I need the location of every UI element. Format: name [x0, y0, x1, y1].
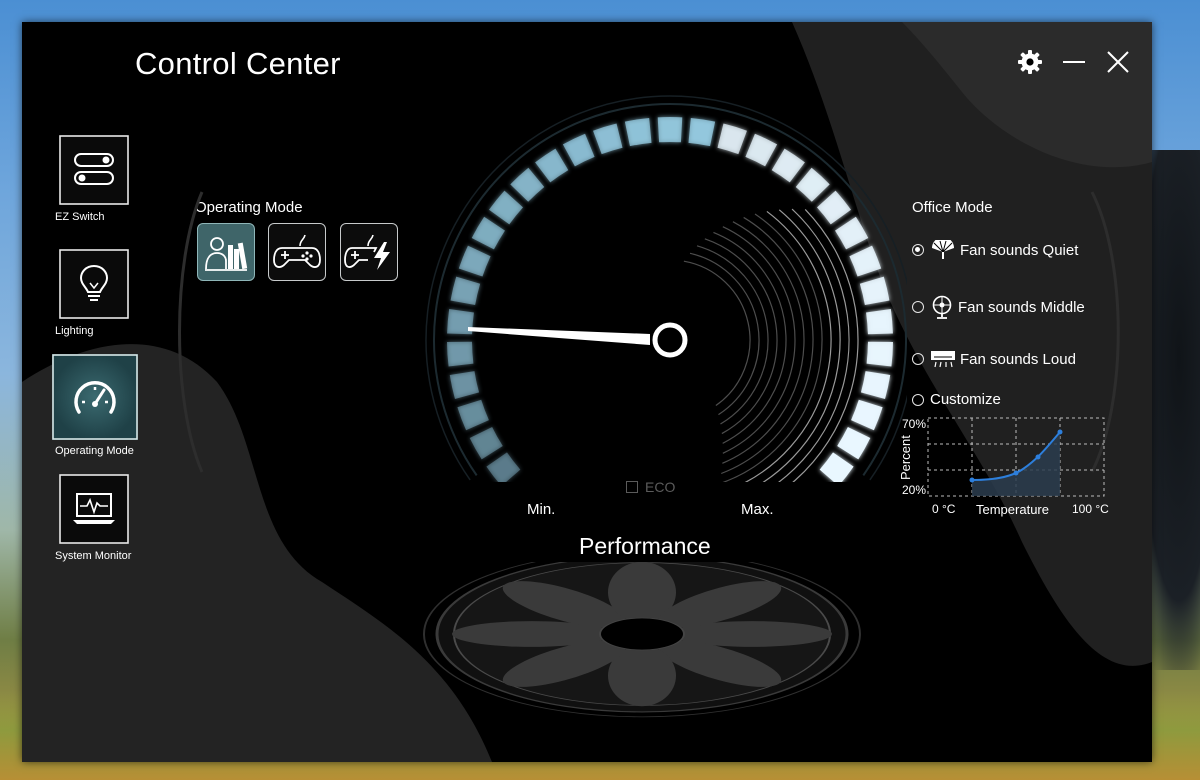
fan-customize-option[interactable]: Customize [912, 391, 1001, 408]
close-icon[interactable] [1104, 48, 1132, 76]
gauge-max-label: Max. [741, 501, 774, 518]
gauge-segment [849, 245, 882, 277]
gauge-segment [837, 427, 871, 460]
minimize-icon[interactable] [1060, 48, 1088, 76]
sidebar-item-lighting[interactable]: Lighting [50, 248, 140, 337]
fan-quiet-label: Fan sounds Quiet [960, 241, 1079, 259]
curve-point[interactable] [969, 477, 975, 483]
lightbulb-icon [79, 264, 109, 301]
gauge-segment [819, 452, 854, 482]
gauge-inner-arc [683, 260, 751, 407]
gauge-segment [458, 245, 491, 277]
eco-checkbox[interactable]: ECO [626, 479, 675, 495]
fan-quiet-option[interactable]: Fan sounds Quiet [912, 240, 1078, 260]
fan-customize-radio[interactable] [912, 393, 924, 406]
sidebar-item-ez-switch[interactable]: EZ Switch [50, 134, 140, 223]
curve-x-max-label: 100 °C [1072, 502, 1109, 516]
fan-curve-chart[interactable] [898, 414, 1108, 500]
fan-middle-radio[interactable] [912, 301, 924, 313]
curve-x-axis-label: Temperature [976, 502, 1049, 517]
gauge-inner-arc [722, 221, 805, 464]
curve-point[interactable] [1057, 429, 1063, 435]
gauge-segment [657, 117, 683, 143]
sidebar-item-operating-mode[interactable]: Operating Mode [50, 354, 140, 457]
gauge-segment [851, 399, 883, 431]
gauge-inner-arc [689, 252, 760, 416]
gauge-needle [468, 322, 688, 358]
curve-point[interactable] [1013, 470, 1019, 476]
speedometer-icon [74, 381, 116, 414]
sidebar-item-label: EZ Switch [55, 211, 105, 223]
gauge-segment [688, 117, 716, 147]
gauge-segment [866, 341, 893, 367]
settings-gear-icon[interactable] [1016, 48, 1044, 76]
gauge-segment [860, 371, 891, 400]
gauge-segment [771, 148, 805, 183]
fan-graphic [423, 562, 861, 718]
app-title: Control Center [135, 46, 341, 81]
gauge-segment [449, 371, 480, 400]
curve-point[interactable] [1035, 454, 1041, 460]
gauge-inner-arc [744, 210, 832, 482]
gauge-segment [593, 123, 623, 155]
gauge-segment [489, 190, 523, 225]
gauge-inner-arc [696, 245, 769, 425]
fan-loud-radio[interactable] [912, 353, 924, 365]
gauge-segment [471, 216, 505, 250]
control-center-window: Control Center EZ Switch Lighting Operat… [22, 22, 1152, 762]
gauge-outer-arc [425, 95, 907, 481]
gauge-segment [624, 117, 652, 147]
gauge-segment [535, 148, 569, 183]
gauge-segment [817, 190, 851, 225]
eco-checkbox-box[interactable] [626, 481, 638, 493]
gauge-segment [795, 167, 830, 202]
fan-customize-label: Customize [930, 391, 1001, 408]
window-controls [1016, 48, 1132, 76]
left-panel-arc [178, 191, 204, 473]
sidebar-item-label: System Monitor [55, 550, 132, 562]
air-conditioner-icon [930, 350, 956, 368]
fan-loud-option[interactable]: Fan sounds Loud [912, 350, 1076, 368]
gauge-segment [835, 216, 869, 250]
gauge-min-label: Min. [527, 501, 556, 518]
gauge-segment [745, 133, 778, 167]
gauge-segment [450, 276, 481, 305]
sidebar-item-label: Operating Mode [55, 445, 134, 457]
desk-fan-icon [930, 295, 954, 319]
fan-speed-gauge [425, 95, 907, 482]
laptop-monitor-icon [73, 493, 115, 524]
gauge-segment [866, 308, 893, 335]
sidebar-item-system-monitor[interactable]: System Monitor [50, 473, 140, 562]
fan-middle-option[interactable]: Fan sounds Middle [912, 295, 1085, 319]
gauge-segment [486, 452, 521, 482]
gauge-inner-arcs [683, 208, 859, 482]
fan-loud-label: Fan sounds Loud [960, 350, 1076, 368]
curve-x-min-label: 0 °C [932, 502, 956, 516]
office-mode-label: Office Mode [912, 199, 993, 216]
hand-fan-icon [930, 240, 956, 260]
fan-middle-label: Fan sounds Middle [958, 298, 1085, 316]
eco-label: ECO [645, 479, 676, 495]
gauge-segment [562, 133, 595, 167]
gauge-segment [859, 276, 890, 305]
gauge-outer-arcs [425, 95, 907, 481]
performance-mode-title: Performance [579, 533, 711, 559]
gauge-segment [469, 427, 503, 460]
gauge-segment [510, 167, 545, 202]
toggle-switches-icon [74, 153, 114, 185]
fan-quiet-radio[interactable] [912, 244, 924, 256]
sidebar-item-label: Lighting [55, 325, 94, 337]
gauge-segment [717, 123, 747, 155]
gauge-segment [457, 399, 489, 431]
